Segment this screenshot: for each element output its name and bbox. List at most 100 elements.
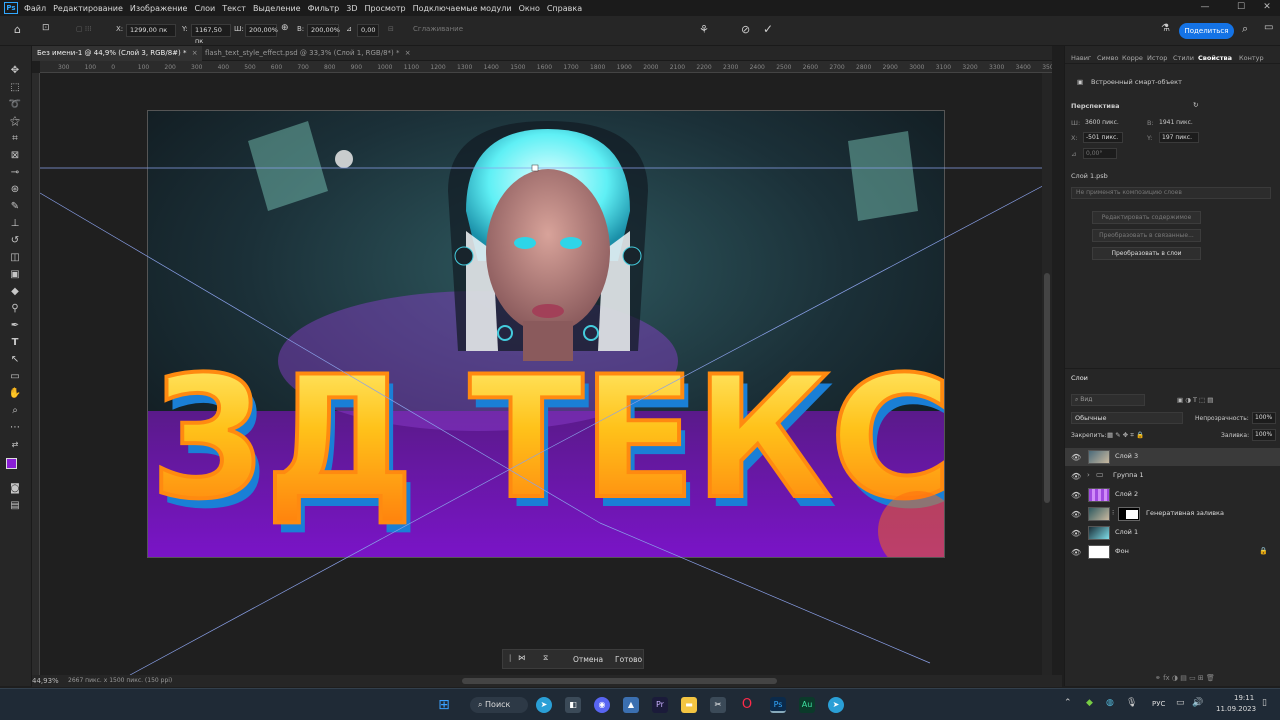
convert-to-layers-button[interactable]: Преобразовать в слои [1092,247,1201,260]
vertical-scroll-thumb[interactable] [1044,273,1050,503]
angle-field[interactable]: 0,00 [357,24,379,37]
capture-icon[interactable]: ✂ [710,697,726,713]
height-field[interactable]: 200,00% [307,24,340,37]
history-brush-icon[interactable]: ↺ [7,234,23,247]
transform-tool-icon[interactable]: ⊡ [42,23,50,33]
x-field[interactable]: -501 пикс. [1083,132,1123,143]
menu-view[interactable]: Просмотр [365,4,406,13]
layer-filter-select[interactable]: ⌕ Вид [1071,394,1145,406]
quick-mask-icon[interactable]: ◙ [7,482,23,495]
convert-linked-button[interactable]: Преобразовать в связанные... [1092,229,1201,242]
magic-wand-icon[interactable]: ⚝ [7,115,23,128]
visibility-eye-icon[interactable]: 👁 [1071,472,1081,481]
edit-contents-button[interactable]: Редактировать содержимое [1092,211,1201,224]
search-icon[interactable]: ⌕ [1242,22,1248,36]
eraser-icon[interactable]: ◫ [7,251,23,264]
flip-horizontal-icon[interactable]: ⋈ [518,653,526,662]
screen-mode-icon[interactable]: ▤ [7,499,23,512]
network-icon[interactable]: ▭ [1176,698,1185,708]
close-icon[interactable]: ✕ [1252,0,1280,16]
tab-properties[interactable]: Свойства [1198,54,1232,62]
menu-layers[interactable]: Слои [194,4,215,13]
cancel-transform-icon[interactable]: ⊘ [741,23,750,36]
crop-tool-icon[interactable]: ⌗ [7,132,23,145]
vertical-scrollbar[interactable] [1042,73,1052,675]
tab-document-1[interactable]: Без имени-1 @ 44,9% (Слой 3, RGB/8#) * × [32,46,202,61]
layer-row[interactable]: 👁 Слой 1 [1065,524,1280,542]
input-language[interactable]: РУС [1152,700,1165,708]
menu-help[interactable]: Справка [547,4,582,13]
tab-close-icon[interactable]: × [192,49,198,57]
blur-tool-icon[interactable]: ◆ [7,285,23,298]
windows-start-icon[interactable]: ⊞ [436,697,452,713]
flask-icon[interactable]: ⚗ [1161,23,1170,34]
grip-icon[interactable]: ❘ [507,653,513,662]
premiere-icon[interactable]: Pr [652,697,668,713]
visibility-eye-icon[interactable]: 👁 [1071,548,1081,557]
brush-tool-icon[interactable]: ✎ [7,200,23,213]
clone-stamp-icon[interactable]: ⊥ [7,217,23,230]
width-field[interactable]: 200,00% [245,24,278,37]
y-field[interactable]: 1167,50 пк [191,24,231,45]
menu-window[interactable]: Окно [519,4,540,13]
layer-row[interactable]: 👁 › ▭ Группа 1 [1065,467,1280,485]
swap-colors-icon[interactable]: ⇄ [7,438,23,451]
layer-row[interactable]: 👁 ⁝ Генеративная заливка [1065,505,1280,523]
done-button[interactable]: Готово [615,655,642,664]
canvas-area[interactable]: 3Д ТЕКСТ 3Д ТЕКСТ ❘ ⋈ ⧖ Отмена Готово [40,73,1052,675]
pen-tool-icon[interactable]: ✒ [7,319,23,332]
photoshop-taskbar-icon[interactable]: Ps [770,697,786,713]
chevron-right-icon[interactable]: › [1087,471,1090,479]
tray-mic-icon[interactable]: 🎙 [1126,698,1137,708]
layer-row[interactable]: 👁 Слой 2 [1065,486,1280,504]
zoom-tool-icon[interactable]: ⌕ [7,404,23,417]
share-button[interactable]: Поделиться [1179,23,1234,39]
vertical-ruler[interactable] [32,73,40,675]
foreground-color-swatch[interactable] [6,458,17,469]
menu-image[interactable]: Изображение [130,4,188,13]
cancel-button[interactable]: Отмена [573,655,603,664]
layer-row[interactable]: 👁 Фон 🔒 [1065,543,1280,561]
flip-vertical-icon[interactable]: ⧖ [543,653,548,663]
layers-title[interactable]: Слои [1071,374,1088,382]
menu-type[interactable]: Текст [222,4,246,13]
y-field[interactable]: 197 пикс. [1159,132,1199,143]
home-icon[interactable]: ⌂ [14,23,21,36]
filter-icons[interactable]: ▣ ◑ T ⬚ ▤ [1177,396,1213,404]
menu-filter[interactable]: Фильтр [308,4,340,13]
path-select-icon[interactable]: ↖ [7,353,23,366]
tab-document-2[interactable]: flash_text_style_effect.psd @ 33,3% (Сло… [200,46,411,61]
tab-navigator[interactable]: Навиг [1071,54,1091,62]
telegram-icon[interactable]: ➤ [536,697,552,713]
dodge-tool-icon[interactable]: ⚲ [7,302,23,315]
volume-icon[interactable]: 🔊 [1192,698,1203,708]
hand-tool-icon[interactable]: ✋ [7,387,23,400]
horizontal-scroll-thumb[interactable] [462,678,777,684]
x-field[interactable]: 1299,00 пк [126,24,176,37]
menu-3d[interactable]: 3D [346,4,357,13]
tab-character[interactable]: Симво [1097,54,1118,62]
marquee-tool-icon[interactable]: ⬚ [7,81,23,94]
healing-brush-icon[interactable]: ⊛ [7,183,23,196]
move-tool-icon[interactable]: ✥ [7,64,23,77]
more-tools-icon[interactable]: ⋯ [7,421,23,434]
horizontal-ruler[interactable]: 300 100 0 100 200 300 400 500 600 700 800 900 1000 11… [40,61,1052,73]
zoom-level[interactable]: 44,93% [32,677,59,685]
clock-date[interactable]: 11.09.2023 [1216,705,1256,713]
smoothing-label[interactable]: Сглаживание [413,25,463,33]
reference-point-icon[interactable]: ▢ ⁞⁞⁞ [76,25,92,33]
commit-transform-icon[interactable]: ✓ [763,22,773,36]
minimize-icon[interactable]: — [1190,0,1220,16]
tray-nvidia-icon[interactable]: ◆ [1086,698,1093,708]
menu-plugins[interactable]: Подключаемые модули [413,4,512,13]
menu-file[interactable]: Файл [24,4,46,13]
layer-comp-select[interactable]: Не применять композицию слоев [1071,187,1271,199]
lock-icons[interactable]: ▦ ✎ ✥ ⌗ 🔒 [1107,431,1144,440]
document-info[interactable]: 2667 пикс. x 1500 пикс. (150 ppi) [68,677,172,684]
eyedropper-icon[interactable]: ⊸ [7,166,23,179]
discord-icon[interactable]: ◉ [594,697,610,713]
angle-field[interactable]: 0,00° [1083,148,1117,159]
menu-edit[interactable]: Редактирование [53,4,123,13]
opera-icon[interactable]: O [739,697,755,713]
tab-adjustments[interactable]: Корре [1122,54,1143,62]
